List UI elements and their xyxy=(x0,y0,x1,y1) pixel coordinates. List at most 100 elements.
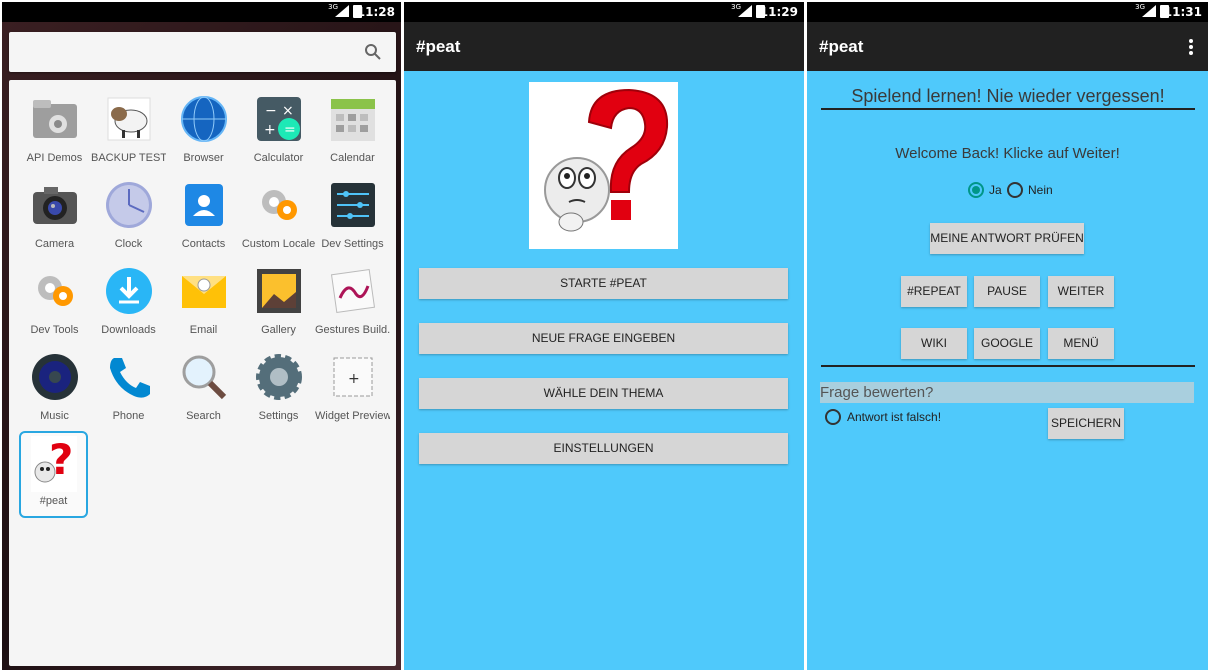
app-label: Calendar xyxy=(330,152,375,164)
app-label: #peat xyxy=(39,495,68,507)
app-api-demos[interactable]: API Demos xyxy=(17,82,92,164)
phone-icon xyxy=(110,358,150,398)
widget-icon: + xyxy=(333,357,373,397)
app-bar: #peat xyxy=(404,22,804,71)
welcome-text: Welcome Back! Klicke auf Weiter! xyxy=(895,145,1120,162)
app-clock[interactable]: Clock xyxy=(91,168,166,250)
settings-gear-icon xyxy=(256,354,302,400)
svg-text:+: + xyxy=(264,122,276,138)
phone-quiz-screen: 3G 11:31 #peat Spielend lernen! Nie wied… xyxy=(807,2,1208,670)
repeat-button[interactable]: #REPEAT xyxy=(901,276,967,307)
svg-text:×: × xyxy=(282,103,294,119)
app-gestures-builder[interactable]: Gestures Build.. xyxy=(315,254,390,336)
picture-icon xyxy=(257,269,301,313)
gear-icon xyxy=(38,276,73,306)
app-label: Calculator xyxy=(253,152,304,164)
app-label: Widget Preview xyxy=(315,410,390,422)
sheep-icon xyxy=(107,97,151,141)
status-bar: 3G 11:29 xyxy=(404,2,804,22)
radio-yes-label: Ja xyxy=(989,183,1002,197)
choose-topic-button[interactable]: WÄHLE DEIN THEMA xyxy=(419,378,788,409)
app-custom-locale[interactable]: Custom Locale xyxy=(241,168,316,250)
app-settings[interactable]: Settings xyxy=(241,340,316,422)
signal-icon xyxy=(738,5,752,17)
search-icon[interactable] xyxy=(364,43,382,61)
app-downloads[interactable]: Downloads xyxy=(91,254,166,336)
search-bar[interactable] xyxy=(9,32,396,72)
overflow-menu-icon[interactable] xyxy=(1188,39,1194,55)
google-button[interactable]: GOOGLE xyxy=(974,328,1040,359)
app-title: #peat xyxy=(416,37,461,56)
app-label: Downloads xyxy=(101,324,156,336)
app-label: API Demos xyxy=(26,152,83,164)
app-calendar[interactable]: Calendar xyxy=(315,82,390,164)
gear-icon xyxy=(262,190,297,220)
signal-icon xyxy=(1142,5,1156,17)
next-button[interactable]: WEITER xyxy=(1048,276,1114,307)
app-camera[interactable]: Camera xyxy=(17,168,92,250)
settings-button[interactable]: EINSTELLUNGEN xyxy=(419,433,788,464)
status-time: 11:29 xyxy=(759,5,798,19)
app-label: Clock xyxy=(114,238,143,250)
sliders-icon xyxy=(331,183,375,227)
speaker-icon xyxy=(32,354,78,400)
new-question-button[interactable]: NEUE FRAGE EINGEBEN xyxy=(419,323,788,354)
app-label: Gallery xyxy=(261,324,296,336)
clock-icon xyxy=(106,182,152,228)
app-label: Browser xyxy=(183,152,224,164)
pause-button[interactable]: PAUSE xyxy=(974,276,1040,307)
question-face-logo xyxy=(529,82,678,249)
app-label: Settings xyxy=(258,410,299,422)
radio-no-label: Nein xyxy=(1028,183,1053,197)
phone-main-menu: 3G 11:29 #peat STARTE #PEAT NEUE FRAGE E… xyxy=(404,2,804,670)
start-peat-button[interactable]: STARTE #PEAT xyxy=(419,268,788,299)
envelope-icon xyxy=(182,276,226,308)
app-gallery[interactable]: Gallery xyxy=(241,254,316,336)
app-calculator[interactable]: − × + = Calculator xyxy=(241,82,316,164)
app-label: Custom Locale xyxy=(241,238,316,250)
contacts-icon xyxy=(185,184,223,226)
app-dev-settings[interactable]: Dev Settings xyxy=(315,168,390,250)
status-time: 11:31 xyxy=(1163,5,1202,19)
app-music[interactable]: Music xyxy=(17,340,92,422)
status-bar: 3G 11:28 xyxy=(2,2,401,22)
app-email[interactable]: Email xyxy=(166,254,241,336)
app-widget-preview[interactable]: + Widget Preview xyxy=(315,340,390,422)
signal-icon xyxy=(335,5,349,17)
app-label: Music xyxy=(40,410,69,422)
folder-gear-icon xyxy=(33,100,77,138)
svg-text:=: = xyxy=(284,122,296,138)
svg-text:−: − xyxy=(265,103,277,119)
camera-icon xyxy=(33,187,77,224)
app-label: Dev Tools xyxy=(30,324,79,336)
wrong-answer-label: Antwort ist falsch! xyxy=(847,410,942,424)
app-label: Dev Settings xyxy=(321,238,384,250)
magnifier-icon xyxy=(182,355,227,400)
app-label: BACKUP TEST xyxy=(91,152,166,164)
calendar-icon xyxy=(331,99,375,141)
divider xyxy=(821,365,1195,367)
check-answer-button[interactable]: MEINE ANTWORT PRÜFEN xyxy=(930,223,1084,254)
status-bar: 3G 11:31 xyxy=(807,2,1208,22)
screenshot-collage: 3G 11:28 API Demos BACKUP TEST Browser −… xyxy=(0,0,1211,672)
calculator-icon: − × + = xyxy=(257,97,301,141)
app-peat[interactable]: ? #peat xyxy=(19,431,88,518)
app-drawer: API Demos BACKUP TEST Browser − × + = Ca… xyxy=(9,80,396,666)
wrong-answer-radio[interactable] xyxy=(825,409,841,425)
globe-icon xyxy=(181,96,227,142)
app-browser[interactable]: Browser xyxy=(166,82,241,164)
phone-app-drawer: 3G 11:28 API Demos BACKUP TEST Browser −… xyxy=(2,2,401,670)
app-phone[interactable]: Phone xyxy=(91,340,166,422)
radio-yes[interactable] xyxy=(968,182,984,198)
question-face-icon: ? xyxy=(31,436,77,492)
radio-no[interactable] xyxy=(1007,182,1023,198)
app-search[interactable]: Search xyxy=(166,340,241,422)
app-label: Email xyxy=(189,324,218,336)
app-title: #peat xyxy=(819,37,864,56)
app-contacts[interactable]: Contacts xyxy=(166,168,241,250)
save-button[interactable]: SPEICHERN xyxy=(1048,408,1124,439)
app-backup-test[interactable]: BACKUP TEST xyxy=(91,82,166,164)
menu-button[interactable]: MENÜ xyxy=(1048,328,1114,359)
app-dev-tools[interactable]: Dev Tools xyxy=(17,254,92,336)
wiki-button[interactable]: WIKI xyxy=(901,328,967,359)
